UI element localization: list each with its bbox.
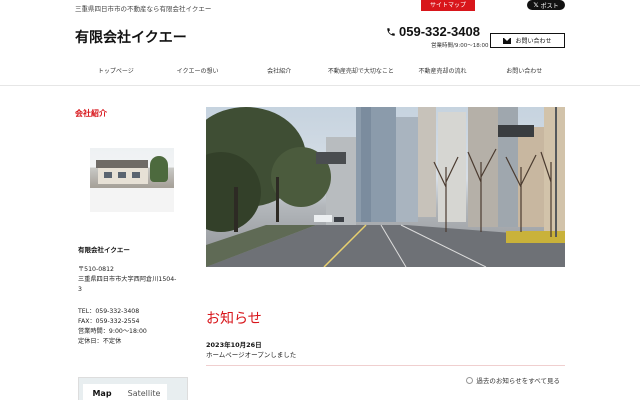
news-archive-link[interactable]: 過去のお知らせをすべて見る xyxy=(466,375,560,385)
sidebar-heading: 会社紹介 xyxy=(75,109,107,118)
nav-item-top[interactable]: トップページ xyxy=(75,60,157,84)
contact-label: お問い合わせ xyxy=(515,38,552,45)
phone-icon xyxy=(387,27,395,36)
company-name: 有限会社イクエー xyxy=(78,246,130,254)
phone-block: 059-332-3408 xyxy=(386,24,480,39)
sidebar-hours: 営業時間：9:00〜18:00 xyxy=(78,328,147,335)
postal-code: 〒510-0812 xyxy=(78,266,114,273)
nav-item-philosophy[interactable]: イクエーの想い xyxy=(157,60,239,84)
news-divider xyxy=(206,365,565,366)
global-nav: トップページ イクエーの想い 会社紹介 不動産売却で大切なこと 不動産売却の流れ… xyxy=(75,60,565,84)
site-title[interactable]: 有限会社イクエー xyxy=(75,27,187,47)
address-line-1: 三重県四日市市大字西阿倉川1504- xyxy=(78,276,177,283)
mail-icon xyxy=(503,37,512,44)
news-more-label: 過去のお知らせをすべて見る xyxy=(476,377,560,385)
google-map[interactable]: Map Satellite xyxy=(78,377,188,400)
post-label: ポスト xyxy=(540,2,559,10)
tel-number: TEL：059-332-3408 xyxy=(78,308,140,315)
sitemap-button[interactable]: サイトマップ xyxy=(421,0,475,11)
hero-street-photo xyxy=(206,107,565,267)
news-item-link[interactable]: ホームページオープンしました xyxy=(206,349,296,359)
phone-number[interactable]: 059-332-3408 xyxy=(399,24,480,39)
x-post-button[interactable]: 𝕏 ポスト xyxy=(527,0,565,10)
nav-divider xyxy=(0,85,640,86)
hero-illustration xyxy=(206,107,565,267)
news-heading: お知らせ xyxy=(206,311,262,327)
nav-item-company[interactable]: 会社紹介 xyxy=(238,60,320,84)
satellite-tab[interactable]: Satellite xyxy=(121,384,167,400)
top-bar: 三重県四日市市の不動産なら有限会社イクエー サイトマップ 𝕏 ポスト xyxy=(0,0,640,13)
site-header: 有限会社イクエー 059-332-3408 営業時間/9:00〜18:00 お問… xyxy=(0,14,640,60)
tagline: 三重県四日市市の不動産なら有限会社イクエー xyxy=(75,5,212,13)
business-hours: 営業時間/9:00〜18:00 xyxy=(431,43,489,49)
address-line-2: 3 xyxy=(78,286,82,293)
nav-item-contact[interactable]: お問い合わせ xyxy=(483,60,565,84)
circle-arrow-icon xyxy=(466,376,474,384)
fax-number: FAX：059-332-2554 xyxy=(78,318,140,325)
news-date: 2023年10月26日 xyxy=(206,341,262,349)
x-logo-icon: 𝕏 xyxy=(533,1,539,9)
office-photo xyxy=(90,148,174,212)
contact-button[interactable]: お問い合わせ xyxy=(490,33,565,48)
nav-item-important[interactable]: 不動産売却で大切なこと xyxy=(320,60,402,84)
map-tab[interactable]: Map xyxy=(83,384,121,400)
holiday: 定休日：不定休 xyxy=(78,338,122,345)
nav-item-flow[interactable]: 不動産売却の流れ xyxy=(402,60,484,84)
